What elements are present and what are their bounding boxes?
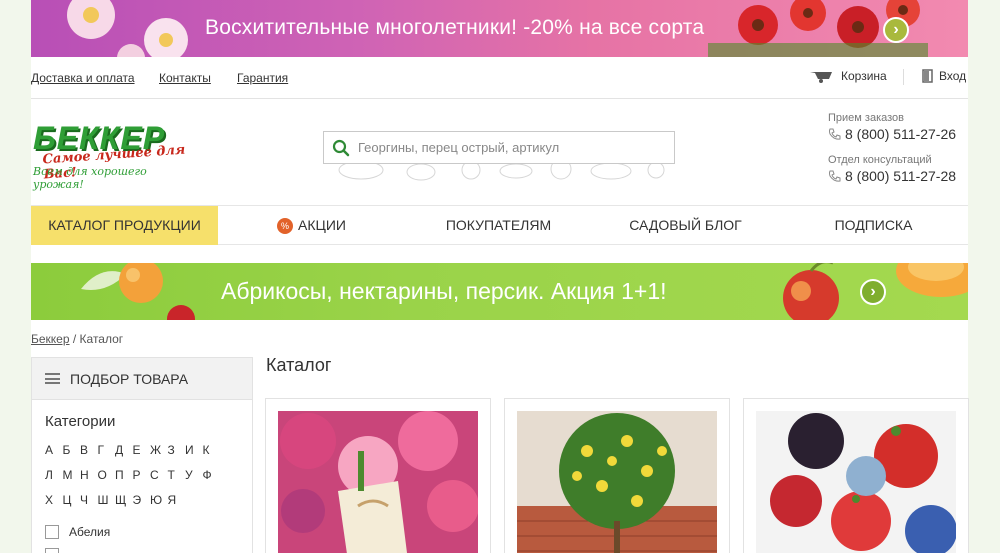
alphabet-row: А Б В Г Д Е Ж З И К xyxy=(45,443,245,457)
alphabet-row: Л М Н О П Р С Т У Ф xyxy=(45,468,245,482)
letter-link[interactable]: З xyxy=(168,443,186,457)
warranty-link[interactable]: Гарантия xyxy=(237,71,288,85)
fruit-decoration xyxy=(783,263,968,320)
catalog-card[interactable] xyxy=(743,398,969,553)
letter-link[interactable]: О xyxy=(98,468,116,482)
login-label: Вход xyxy=(939,69,967,83)
letter-link[interactable]: Г xyxy=(98,443,116,457)
catalog-card[interactable] xyxy=(504,398,730,553)
orders-label: Прием заказов xyxy=(828,112,904,124)
letter-link[interactable]: Ю xyxy=(150,493,168,507)
letter-link[interactable]: М xyxy=(63,468,81,482)
letter-link[interactable]: Р xyxy=(133,468,151,482)
letter-link[interactable]: Д xyxy=(115,443,133,457)
letter-link[interactable]: Ф xyxy=(203,468,221,482)
flowers-image xyxy=(278,411,478,553)
letter-link[interactable]: Ж xyxy=(150,443,168,457)
letter-link[interactable]: С xyxy=(150,468,168,482)
letter-link[interactable]: Э xyxy=(133,493,151,507)
promo-banner-perennials[interactable]: Восхитительные многолетники! -20% на все… xyxy=(31,0,968,57)
main-nav: КАТАЛОГ ПРОДУКЦИИ % АКЦИИ ПОКУПАТЕЛЯМ САД… xyxy=(31,205,968,245)
alphabet-row: Х Ц Ч Ш Щ Э Ю Я xyxy=(45,493,245,507)
category-checkbox[interactable] xyxy=(45,548,59,553)
delivery-link[interactable]: Доставка и оплата xyxy=(31,71,135,85)
letter-link[interactable]: Л xyxy=(45,468,63,482)
page-title: Каталог xyxy=(266,355,332,375)
letter-link[interactable]: Т xyxy=(168,468,186,482)
letter-link[interactable]: У xyxy=(185,468,203,482)
categories-title: Категории xyxy=(45,413,116,430)
divider xyxy=(903,69,904,85)
letter-link[interactable]: В xyxy=(80,443,98,457)
lemon-tree-image xyxy=(517,411,717,553)
breadcrumb-separator: / xyxy=(69,332,80,346)
site-logo[interactable]: БЕККЕР Самое лучшее для Вас! Всем для хо… xyxy=(31,120,201,191)
letter-link[interactable]: Ц xyxy=(63,493,81,507)
nav-item-promo-label: АКЦИИ xyxy=(298,217,346,233)
letter-link[interactable]: Х xyxy=(45,493,63,507)
letter-link[interactable]: Е xyxy=(133,443,151,457)
search-input[interactable] xyxy=(323,131,675,164)
menu-icon xyxy=(45,373,60,384)
letter-link[interactable]: Я xyxy=(168,493,186,507)
category-item[interactable]: Абелия xyxy=(45,525,110,539)
letter-link[interactable]: Б xyxy=(63,443,81,457)
page: Восхитительные многолетники! -20% на все… xyxy=(31,0,969,553)
catalog-card[interactable] xyxy=(265,398,491,553)
letter-link[interactable]: К xyxy=(203,443,221,457)
promo-text: Абрикосы, нектарины, персик. Акция 1+1! xyxy=(221,278,667,304)
breadcrumb-home-link[interactable]: Беккер xyxy=(31,332,70,346)
search-icon[interactable] xyxy=(332,139,350,157)
letter-link[interactable]: А xyxy=(45,443,63,457)
letter-link[interactable]: Н xyxy=(80,468,98,482)
letter-link[interactable]: Щ xyxy=(115,493,133,507)
flowers-decoration xyxy=(67,0,188,57)
contacts-link[interactable]: Контакты xyxy=(159,71,211,85)
nav-item-promo[interactable]: % АКЦИИ xyxy=(218,206,405,245)
cart-link[interactable]: Корзина xyxy=(809,69,887,83)
wheelbarrow-icon xyxy=(810,72,832,83)
search-box xyxy=(323,131,675,165)
category-item[interactable] xyxy=(45,548,59,553)
logo-tagline: Всем для хорошего урожая! xyxy=(33,165,147,191)
top-links-bar: Доставка и оплата Контакты Гарантия Корз… xyxy=(31,57,968,99)
filter-title: ПОДБОР ТОВАРА xyxy=(70,370,189,387)
breadcrumb: Беккер / Каталог xyxy=(31,332,123,346)
contact-phones: Прием заказов 8 (800) 511-27-26 Отдел ко… xyxy=(828,112,968,184)
orders-phone-number: 8 (800) 511-27-26 xyxy=(845,126,957,142)
door-icon xyxy=(922,69,933,83)
cart-label: Корзина xyxy=(841,69,887,83)
promo-arrow-button[interactable]: › xyxy=(883,17,909,43)
category-label: Абелия xyxy=(69,525,111,539)
category-checkbox[interactable] xyxy=(45,525,59,539)
letter-link[interactable]: И xyxy=(185,443,203,457)
letter-link[interactable]: Ч xyxy=(80,493,98,507)
letter-link[interactable]: П xyxy=(115,468,133,482)
letter-link[interactable]: Ш xyxy=(98,493,116,507)
phone-icon xyxy=(829,170,841,182)
phone-icon xyxy=(829,128,841,140)
orders-phone[interactable]: 8 (800) 511-27-26 xyxy=(828,126,968,142)
berries-image xyxy=(756,411,956,553)
nav-item-catalog[interactable]: КАТАЛОГ ПРОДУКЦИИ xyxy=(31,206,218,245)
nav-item-subscribe[interactable]: ПОДПИСКА xyxy=(779,206,968,245)
fruit-decoration xyxy=(81,263,195,320)
consult-phone-number: 8 (800) 511-27-28 xyxy=(845,168,957,184)
product-filter-sidebar: ПОДБОР ТОВАРА Категории А Б В Г Д Е Ж З … xyxy=(31,357,253,553)
login-link[interactable]: Вход xyxy=(922,69,966,83)
breadcrumb-current: Каталог xyxy=(79,332,124,346)
promo-text: Восхитительные многолетники! -20% на все… xyxy=(205,16,705,39)
promo-banner-apricots[interactable]: Абрикосы, нектарины, персик. Акция 1+1! … xyxy=(31,263,968,320)
consult-phone[interactable]: 8 (800) 511-27-28 xyxy=(828,168,968,184)
filter-header[interactable]: ПОДБОР ТОВАРА xyxy=(32,358,252,400)
percent-badge-icon: % xyxy=(277,218,293,235)
consult-label: Отдел консультаций xyxy=(828,154,932,166)
nav-item-buyers[interactable]: ПОКУПАТЕЛЯМ xyxy=(405,206,592,245)
nav-item-blog[interactable]: САДОВЫЙ БЛОГ xyxy=(592,206,779,245)
